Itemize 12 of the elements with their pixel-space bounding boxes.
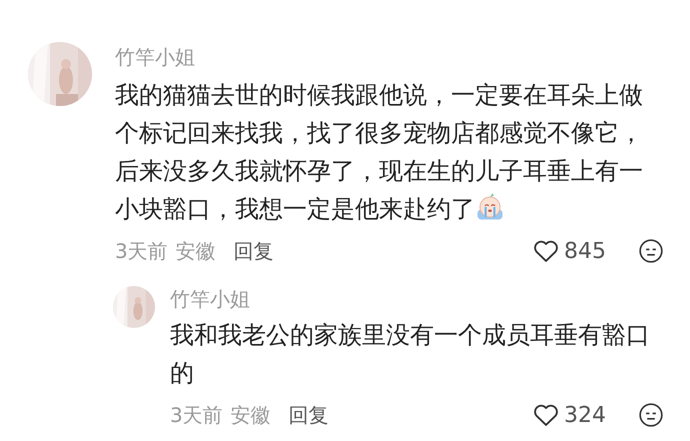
neutral-face-icon[interactable]	[638, 238, 664, 264]
like-count: 845	[564, 238, 607, 264]
like-count: 324	[564, 402, 607, 428]
reply-button[interactable]: 回复	[278, 402, 329, 428]
reply-button[interactable]: 回复	[224, 238, 274, 264]
location-text: 安徽	[176, 238, 216, 264]
location-text: 安徽	[230, 402, 271, 428]
neutral-face-icon[interactable]	[638, 402, 664, 428]
comment-text: 我和我老公的家族里没有一个成员耳垂有豁口的	[170, 321, 650, 387]
comment-text: 我的猫猫去世的时候我跟他说，一定要在耳朵上做个标记回来找我，找了很多宠物店都感觉不像它，后来没多久我就怀孕了，现在生的儿子耳垂上有一小块豁口，我想一定是他来赴约了	[115, 81, 643, 223]
post-time: 3天前	[115, 238, 168, 264]
post-time: 3天前	[170, 402, 223, 428]
